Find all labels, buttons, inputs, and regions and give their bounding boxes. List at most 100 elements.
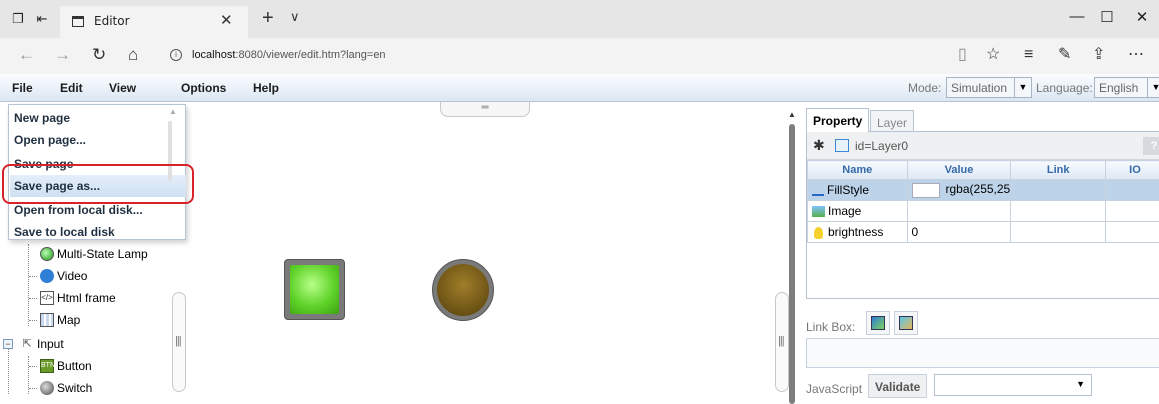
column-name[interactable]: Name [808,161,908,180]
link-browse-icon [899,316,913,330]
javascript-select[interactable]: ▼ [934,374,1092,396]
scroll-up-icon[interactable]: ▲ [169,107,177,116]
app-menubar: File Edit View Options Help Mode: Simula… [0,74,1159,102]
dropdown-arrow-icon[interactable]: ▼ [1076,379,1085,389]
property-link[interactable] [1011,222,1105,243]
link-browse-button[interactable] [894,311,918,335]
property-table: Name Value Link IO FillStyle rgba(255,25… [807,160,1159,243]
table-row[interactable]: FillStyle rgba(255,25 [808,180,1159,201]
table-header: Name Value Link IO [808,161,1159,180]
help-button[interactable]: ? [1143,137,1159,155]
column-link[interactable]: Link [1011,161,1105,180]
menu-edit[interactable]: Edit [60,81,83,95]
tree-item-video[interactable]: Video [40,267,87,285]
menu-file[interactable]: File [12,81,33,95]
language-select[interactable]: English ▼ [1094,77,1159,98]
tree-line [29,276,37,277]
tree-item-map[interactable]: Map [40,311,80,329]
dropdown-arrow-icon[interactable]: ▼ [1147,78,1159,97]
html-frame-icon: </> [40,291,54,305]
tree-item-button[interactable]: BTN Button [40,357,92,375]
menu-item-save-local[interactable]: Save to local disk [10,221,165,243]
left-splitter-handle[interactable]: ||| [172,292,186,392]
page-icon [72,16,84,27]
id-icon[interactable] [835,139,849,152]
forward-icon[interactable]: → [54,46,71,64]
scrollbar-thumb[interactable] [789,124,795,404]
browser-tab[interactable]: Editor ✕ [60,6,248,38]
close-window-icon[interactable]: ✕ [1127,8,1157,26]
property-io[interactable] [1105,201,1159,222]
property-io[interactable] [1105,180,1159,201]
top-splitter-handle[interactable]: ═ [440,102,530,117]
language-value: English [1099,81,1138,95]
property-value[interactable] [907,201,1011,222]
gear-icon[interactable]: ✱ [813,138,825,152]
chevron-down-icon[interactable]: ∨ [290,9,300,25]
validate-button[interactable]: Validate [868,374,927,398]
right-splitter-handle[interactable]: ||| [775,292,789,392]
property-io[interactable] [1105,222,1159,243]
property-value[interactable]: 0 [907,222,1011,243]
dropdown-arrow-icon[interactable]: ▼ [1014,78,1031,97]
column-io[interactable]: IO [1105,161,1159,180]
property-link[interactable] [1011,201,1105,222]
tree-line [29,366,37,367]
property-name: Image [808,201,908,222]
url-field[interactable]: i localhost:8080/viewer/edit.htm?lang=en [160,43,950,69]
tab-layer[interactable]: Layer [870,110,914,132]
element-id: id=Layer0 [855,139,908,153]
more-icon[interactable]: ⋯ [1128,46,1144,64]
color-swatch[interactable] [912,183,940,198]
maximize-icon[interactable]: ☐ [1092,8,1122,26]
column-value[interactable]: Value [907,161,1011,180]
new-tab-icon[interactable]: + [262,8,274,28]
tree-item-html-frame[interactable]: </> Html frame [40,289,116,307]
minimize-icon[interactable]: — [1062,8,1092,25]
tree-line [29,388,37,389]
pen-icon[interactable]: ✎ [1058,46,1071,64]
video-icon [40,269,54,283]
mode-select[interactable]: Simulation ▼ [946,77,1032,98]
refresh-icon[interactable]: ↻ [92,46,106,64]
favorite-star-icon[interactable]: ☆ [986,46,1000,64]
property-value[interactable]: rgba(255,25 [907,180,1011,201]
share-icon[interactable]: ⇪ [1092,46,1105,64]
home-icon[interactable]: ⌂ [128,46,138,64]
table-row[interactable]: Image [808,201,1159,222]
menu-item-new-page[interactable]: New page [10,107,165,129]
tree-line [29,320,37,321]
scroll-up-icon[interactable]: ▲ [788,110,796,119]
close-tab-icon[interactable]: ✕ [220,11,233,29]
tree-item-multi-state-lamp[interactable]: Multi-State Lamp [40,245,148,263]
link-box-label: Link Box: [806,320,855,334]
table-row[interactable]: brightness 0 [808,222,1159,243]
address-bar: ← → ↻ ⌂ i localhost:8080/viewer/edit.htm… [0,38,1159,74]
link-picker-button[interactable] [866,311,890,335]
lamp-icon [40,247,54,261]
mode-value: Simulation [951,81,1007,95]
property-name: FillStyle [808,180,908,201]
reading-view-icon[interactable]: ▯ [958,46,967,64]
favorites-list-icon[interactable]: ≡ [1024,46,1033,64]
green-lamp-widget[interactable] [284,259,345,320]
info-icon[interactable]: i [170,49,182,61]
tree-item-switch[interactable]: Switch [40,379,92,397]
language-label: Language: [1036,81,1093,95]
property-panel: Property Layer ✱ id=Layer0 ? Name Value … [802,102,1159,394]
round-lamp-widget[interactable] [432,259,494,321]
canvas-scrollbar[interactable]: ▲ [788,110,796,394]
tree-item-input[interactable]: ⇱ Input [20,335,64,353]
property-link[interactable] [1011,180,1105,201]
link-box-field[interactable] [806,338,1159,368]
menu-options[interactable]: Options [181,81,226,95]
set-aside-tabs-icon[interactable]: ⇤ [34,11,50,27]
tab-actions-icon[interactable]: ❐ [10,11,26,27]
lightbulb-icon [814,227,823,239]
collapse-icon[interactable]: − [3,339,13,349]
tab-property[interactable]: Property [806,108,869,132]
menu-view[interactable]: View [109,81,136,95]
back-icon[interactable]: ← [18,46,35,64]
menu-item-open-page[interactable]: Open page... [10,129,165,151]
menu-help[interactable]: Help [253,81,279,95]
